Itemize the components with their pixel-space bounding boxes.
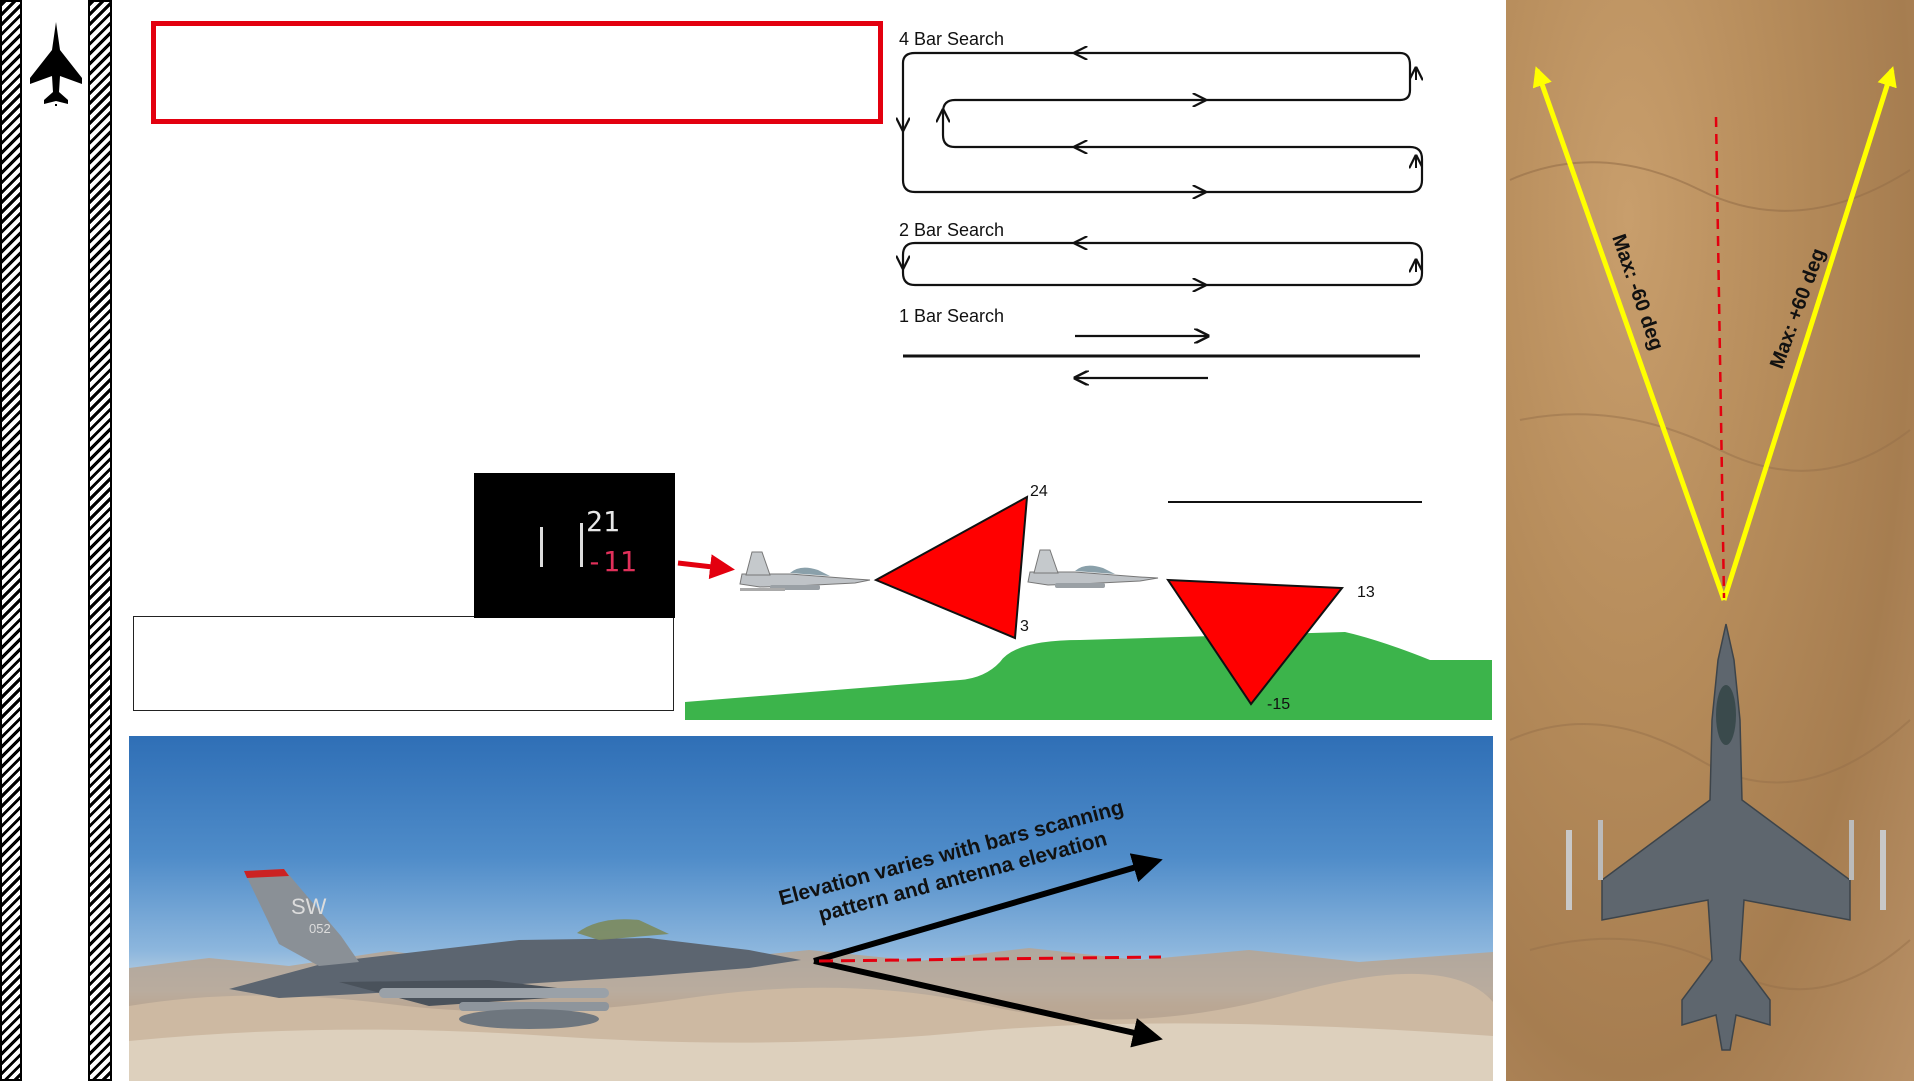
mfd-tick-2 bbox=[580, 523, 583, 567]
mfd-pointer-arrow bbox=[677, 554, 735, 580]
scan-path-2bar bbox=[901, 241, 1424, 287]
blank-textbox bbox=[133, 616, 674, 711]
wedge1-top-label: 24 bbox=[1030, 483, 1048, 500]
elevation-caption: Elevation varies with bars scanning patt… bbox=[776, 796, 1126, 927]
mfd-inset: 21 -11 bbox=[474, 473, 675, 618]
highlight-box bbox=[151, 21, 883, 124]
azimuth-left-limit-arrow[interactable] bbox=[1532, 66, 1727, 601]
mfd-upper-value: 21 bbox=[586, 505, 620, 538]
left-hatch-bar bbox=[0, 0, 22, 1081]
mfd-tick-1 bbox=[540, 527, 543, 567]
wedge2-right-label: 13 bbox=[1357, 584, 1375, 601]
scan-label-1bar: 1 Bar Search bbox=[899, 306, 1004, 326]
terrain bbox=[685, 632, 1492, 720]
elevation-diagram: 24 3 13 -15 bbox=[677, 483, 1492, 720]
jet-side-1 bbox=[739, 551, 871, 591]
scan-path-4bar bbox=[901, 51, 1424, 194]
elevation-wedge-1 bbox=[873, 495, 1029, 640]
tail-number: 052 bbox=[309, 921, 331, 936]
wedge2-bottom-label: -15 bbox=[1267, 696, 1290, 713]
scan-label-4bar: 4 Bar Search bbox=[899, 29, 1004, 49]
mfd-lower-value: -11 bbox=[586, 545, 637, 578]
wedge1-bottom-label: 3 bbox=[1020, 618, 1029, 635]
scan-label-2bar: 2 Bar Search bbox=[899, 220, 1004, 240]
jet-side-2 bbox=[1027, 549, 1159, 588]
tail-code: SW bbox=[291, 894, 327, 919]
right-hatch-bar bbox=[88, 0, 112, 1081]
azimuth-right-limit-arrow[interactable] bbox=[1721, 66, 1897, 601]
jet-icon[interactable] bbox=[28, 20, 84, 106]
scan-patterns-diagram: 4 Bar Search 2 Bar Search 1 Bar Search bbox=[880, 29, 1424, 400]
azimuth-center-line bbox=[1714, 116, 1726, 599]
f16-top-jet bbox=[1566, 623, 1886, 1051]
top-view-photo: Max: -60 deg Max: +60 deg bbox=[1506, 0, 1914, 1081]
side-view-photo: SW 052 Elevation varies with bars scanni… bbox=[129, 736, 1493, 1081]
azimuth-right-label: Max: +60 deg bbox=[1766, 246, 1830, 372]
